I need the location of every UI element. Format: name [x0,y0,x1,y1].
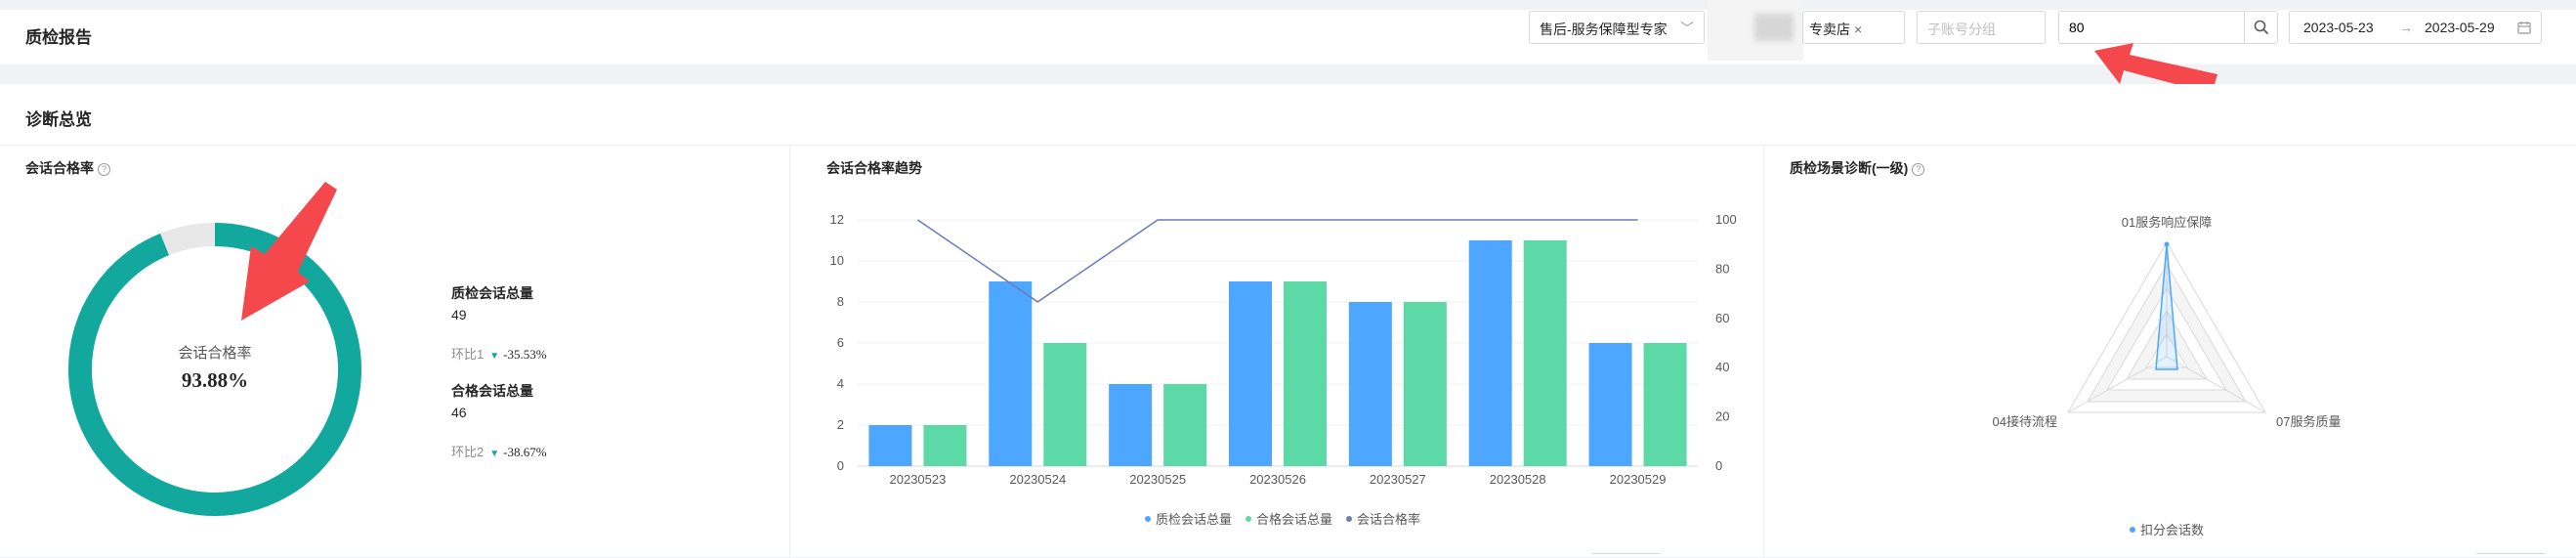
help-icon[interactable]: ? [98,163,110,176]
bar [989,281,1032,466]
legend-dot [2130,527,2135,533]
calendar-icon [2517,21,2531,34]
section-title: 诊断总览 [25,106,92,130]
y-tick-label: 12 [830,212,844,227]
y2-tick-label: 100 [1715,212,1737,227]
qualified-sessions-label: 合格会话总量 [451,381,533,401]
trend-card-title: 会话合格率趋势 [826,158,922,178]
compare-1-value: -35.53% [503,347,546,362]
donut-center-value: 93.88% [147,368,283,393]
department-select-value: 售后-服务保障型专家 [1540,21,1668,37]
divider [1763,145,1764,557]
edge-fragment [1592,553,1661,558]
bar [1284,281,1327,466]
compare-2-value: -38.67% [503,445,546,459]
divider [789,145,790,557]
radar-legend: 扣分会话数 [2130,520,2204,538]
radar-axis-label: 07服务质量 [2276,414,2341,429]
radar-title-text: 质检场景诊断(一级) [1790,160,1908,176]
legend-item[interactable]: 会话合格率 [1346,512,1420,527]
legend-item[interactable]: 质检会话总量 [1145,512,1232,527]
date-end: 2023-05-29 [2425,20,2495,35]
x-tick-label: 20230524 [1009,472,1066,487]
y-tick-label: 10 [830,253,844,268]
y2-tick-label: 80 [1715,261,1729,276]
bar [1163,384,1206,466]
edge-fragment [2476,553,2545,558]
pass-rate-title-text: 会话合格率 [25,160,94,176]
bar [1644,343,1687,466]
bar [868,425,911,466]
x-tick-label: 20230523 [890,472,947,487]
y2-tick-label: 20 [1715,409,1729,424]
shop-select[interactable]: 专卖店× [1802,11,1905,44]
bar [1349,302,1392,466]
x-tick-label: 20230529 [1610,472,1667,487]
radar-axis-label: 01服务响应保障 [2122,215,2212,230]
close-icon[interactable]: × [1854,21,1862,37]
divider [0,145,2576,146]
y-tick-label: 4 [837,376,844,391]
y-tick-label: 2 [837,417,844,432]
radar-chart: 01服务响应保障 07服务质量 04接待流程 [1954,205,2384,450]
bar [923,425,966,466]
radar-point [2165,242,2170,247]
bar [1469,240,1512,466]
page-title: 质检报告 [25,23,92,48]
y2-tick-label: 40 [1715,360,1729,374]
redacted-text [1754,14,1794,41]
trend-legend: 质检会话总量 合格会话总量 会话合格率 [1145,509,1434,528]
down-triangle-icon: ▼ [489,351,499,362]
y2-tick-label: 0 [1715,458,1722,473]
bar [1404,302,1447,466]
bar [1524,240,1567,466]
y-tick-label: 6 [837,335,844,350]
legend-label: 质检会话总量 [1156,512,1232,527]
pass-rate-card-title: 会话合格率? [25,158,110,178]
legend-label: 合格会话总量 [1256,512,1332,527]
department-select[interactable]: 售后-服务保障型专家 ﹀ [1529,11,1705,44]
legend-item[interactable]: 合格会话总量 [1246,512,1332,527]
radar-card-title: 质检场景诊断(一级)? [1790,158,1924,178]
sub-account-group-input[interactable]: 子账号分组 [1917,11,2046,44]
sub-account-placeholder: 子账号分组 [1927,21,1996,37]
legend-dot [1346,516,1352,522]
x-tick-label: 20230525 [1129,472,1186,487]
y2-tick-label: 60 [1715,311,1729,325]
x-tick-label: 20230527 [1370,472,1426,487]
legend-dot [1246,516,1251,522]
donut-center-label: 会话合格率 [147,342,283,363]
down-triangle-icon: ▼ [489,449,499,459]
compare-1-label: 环比1 [451,347,484,362]
compare-2: 环比2 ▼ -38.67% [451,442,547,460]
bar [1229,281,1272,466]
shop-tag: 专卖店 [1809,21,1850,37]
y-tick-label: 0 [837,458,844,473]
search-input[interactable] [2059,12,2245,43]
x-tick-label: 20230526 [1249,472,1306,487]
radar-legend-label: 扣分会话数 [2140,523,2204,537]
bar [1109,384,1152,466]
radar-axis-label: 04接待流程 [1993,414,2057,429]
search-box [2058,11,2278,44]
compare-2-label: 环比2 [451,445,484,459]
compare-1: 环比1 ▼ -35.53% [451,344,547,363]
y-tick-label: 8 [837,294,844,309]
search-button[interactable] [2244,12,2277,43]
total-sessions-label: 质检会话总量 [451,283,533,303]
x-tick-label: 20230528 [1490,472,1546,487]
chevron-down-icon: ﹀ [1680,19,1694,38]
date-start: 2023-05-23 [2303,20,2374,35]
bar [1043,343,1086,466]
trend-chart: 0 2 4 6 8 10 12 0 20 40 60 80 100 20230523 20230524 202… [821,200,1758,494]
date-separator: → [2399,20,2413,35]
search-icon [2254,20,2269,35]
bar [1589,343,1632,466]
legend-dot [1145,516,1151,522]
qualified-sessions-value: 46 [451,405,467,420]
date-range-picker[interactable]: 2023-05-23 → 2023-05-29 [2289,11,2542,44]
help-icon[interactable]: ? [1912,163,1924,176]
total-sessions-value: 49 [451,307,467,322]
legend-label: 会话合格率 [1357,512,1420,527]
